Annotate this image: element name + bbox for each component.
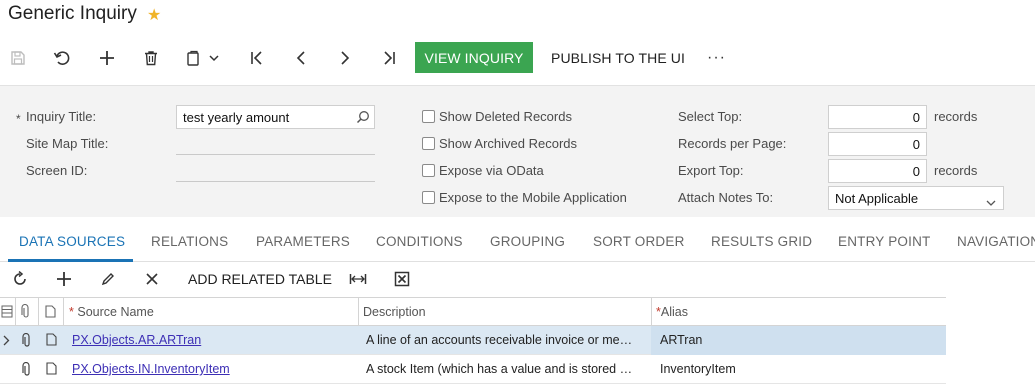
tab-parameters[interactable]: PARAMETERS	[256, 234, 350, 249]
next-record-icon[interactable]	[329, 40, 361, 76]
publish-to-ui-button[interactable]: PUBLISH TO THE UI	[551, 42, 685, 73]
note-icon[interactable]	[46, 333, 57, 349]
show-deleted-label: Show Deleted Records	[439, 109, 572, 124]
tab-relations[interactable]: RELATIONS	[151, 234, 228, 249]
tab-entry-point[interactable]: ENTRY POINT	[838, 234, 930, 249]
source-name-link[interactable]: PX.Objects.AR.ARTran	[72, 333, 352, 347]
expose-mobile-checkbox[interactable]	[422, 191, 435, 204]
note-header-icon	[45, 305, 56, 321]
alias-cell[interactable]: ARTran	[660, 333, 940, 347]
fit-columns-icon[interactable]	[342, 262, 374, 296]
edit-icon[interactable]	[92, 262, 124, 296]
inquiry-title-value: test yearly amount	[183, 109, 290, 125]
show-deleted-checkbox[interactable]	[422, 110, 435, 123]
column-settings-icon[interactable]	[1, 305, 13, 321]
attach-notes-value: Not Applicable	[835, 190, 919, 206]
table-row[interactable]: PX.Objects.AR.ARTran A line of an accoun…	[0, 326, 946, 355]
alias-cell[interactable]: InventoryItem	[660, 362, 940, 376]
delete-row-icon[interactable]	[136, 262, 168, 296]
refresh-icon[interactable]	[4, 262, 36, 296]
column-header-alias[interactable]: *Alias	[656, 305, 688, 319]
show-archived-label: Show Archived Records	[439, 136, 578, 151]
save-icon[interactable]	[2, 40, 34, 76]
copy-paste-dropdown-icon[interactable]	[180, 40, 226, 76]
attachment-header-icon	[20, 304, 32, 322]
tab-bar: DATA SOURCES RELATIONS PARAMETERS CONDIT…	[0, 217, 1035, 262]
more-actions-icon[interactable]: ···	[707, 42, 726, 73]
description-cell: A stock Item (which has a value and is s…	[366, 362, 633, 376]
inquiry-title-input[interactable]: test yearly amount	[176, 105, 375, 129]
select-top-input[interactable]: 0	[828, 105, 927, 129]
search-icon[interactable]	[356, 110, 370, 127]
chevron-down-icon	[986, 195, 996, 210]
records-per-page-input[interactable]: 0	[828, 132, 927, 156]
last-record-icon[interactable]	[373, 40, 405, 76]
records-per-page-label: Records per Page:	[678, 136, 787, 151]
data-sources-grid: * Source Name Description *Alias PX.Obje…	[0, 297, 946, 387]
required-marker: *	[16, 112, 21, 126]
row-expand-chevron-icon[interactable]	[3, 334, 10, 349]
tab-navigation[interactable]: NAVIGATION	[957, 234, 1035, 249]
favorite-star-icon[interactable]: ★	[147, 5, 161, 25]
grid-header: * Source Name Description *Alias	[0, 297, 946, 327]
screen-id-label: Screen ID:	[26, 163, 88, 178]
screen-id-field[interactable]	[176, 181, 375, 182]
show-archived-checkbox[interactable]	[422, 137, 435, 150]
expose-mobile-label: Expose to the Mobile Application	[439, 190, 627, 205]
expose-odata-label: Expose via OData	[439, 163, 544, 178]
select-top-unit: records	[934, 109, 978, 124]
tab-grouping[interactable]: GROUPING	[490, 234, 565, 249]
inquiry-title-label: Inquiry Title:	[26, 109, 97, 124]
view-inquiry-button[interactable]: VIEW INQUIRY	[415, 42, 533, 73]
previous-record-icon[interactable]	[285, 40, 317, 76]
source-name-link[interactable]: PX.Objects.IN.InventoryItem	[72, 362, 352, 376]
page-title: Generic Inquiry	[8, 3, 137, 24]
column-header-source-name[interactable]: * Source Name	[69, 305, 154, 319]
add-icon[interactable]	[91, 40, 123, 76]
tab-data-sources[interactable]: DATA SOURCES	[19, 234, 125, 249]
note-icon[interactable]	[46, 362, 57, 378]
first-record-icon[interactable]	[241, 40, 273, 76]
tab-conditions[interactable]: CONDITIONS	[376, 234, 463, 249]
main-toolbar: VIEW INQUIRY PUBLISH TO THE UI ···	[0, 40, 1035, 76]
tab-results-grid[interactable]: RESULTS GRID	[711, 234, 812, 249]
add-related-table-button[interactable]: ADD RELATED TABLE	[188, 262, 332, 296]
delete-icon[interactable]	[135, 40, 167, 76]
attachment-icon[interactable]	[21, 361, 33, 380]
attach-notes-select[interactable]: Not Applicable	[828, 186, 1004, 210]
export-top-label: Export Top:	[678, 163, 744, 178]
tab-sort-order[interactable]: SORT ORDER	[593, 234, 685, 249]
grid-toolbar: ADD RELATED TABLE	[0, 262, 1035, 296]
site-map-title-field[interactable]	[176, 154, 375, 155]
site-map-title-label: Site Map Title:	[26, 136, 109, 151]
add-row-icon[interactable]	[48, 262, 80, 296]
export-top-unit: records	[934, 163, 978, 178]
export-top-input[interactable]: 0	[828, 159, 927, 183]
column-header-description[interactable]: Description	[363, 305, 426, 319]
export-excel-icon[interactable]	[386, 262, 418, 296]
description-cell: A line of an accounts receivable invoice…	[366, 333, 633, 347]
attachment-icon[interactable]	[21, 332, 33, 351]
inquiry-summary-form: * Inquiry Title: test yearly amount Site…	[0, 85, 1035, 217]
undo-icon[interactable]	[46, 40, 78, 76]
table-row[interactable]: PX.Objects.IN.InventoryItem A stock Item…	[0, 355, 946, 384]
attach-notes-label: Attach Notes To:	[678, 190, 774, 205]
select-top-label: Select Top:	[678, 109, 743, 124]
expose-odata-checkbox[interactable]	[422, 164, 435, 177]
